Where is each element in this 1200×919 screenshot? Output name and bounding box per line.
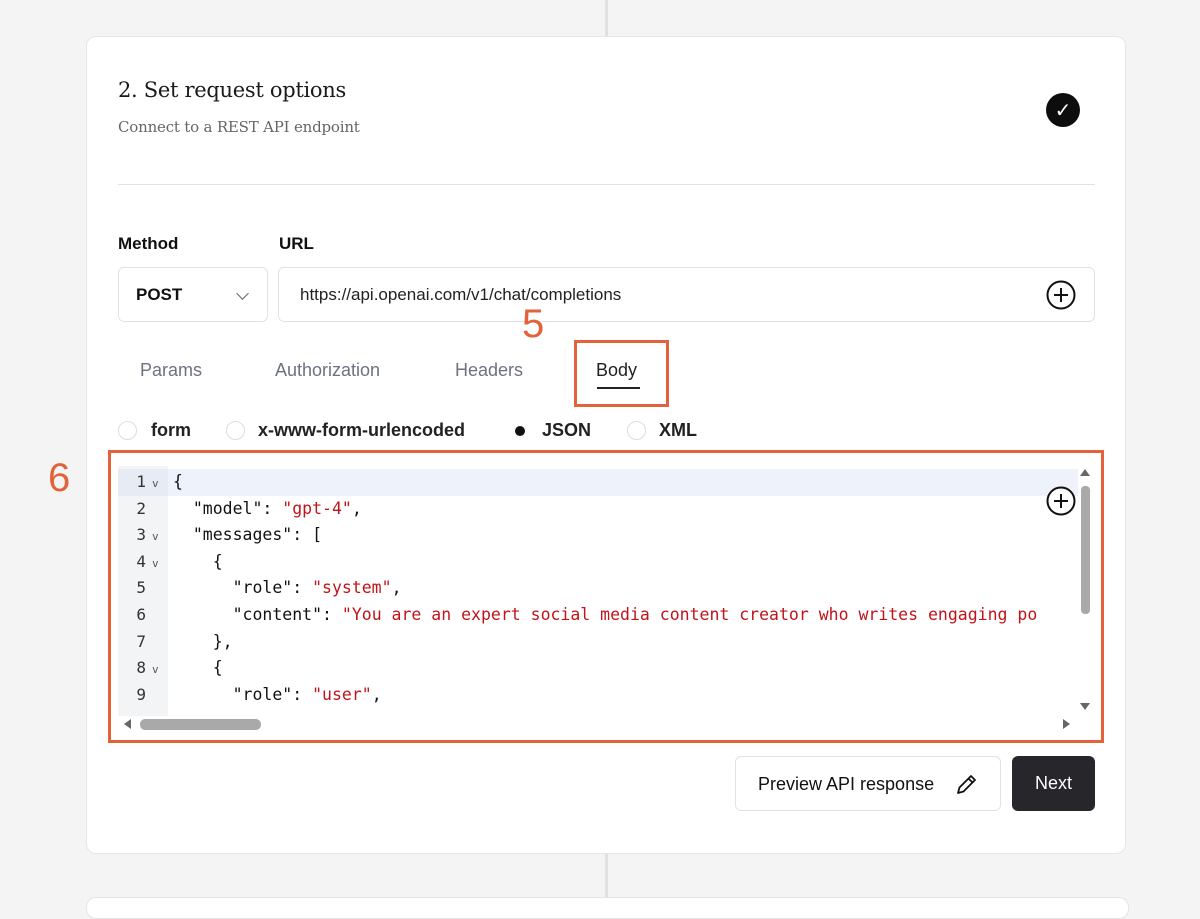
tab-authorization[interactable]: Authorization	[275, 360, 380, 381]
radio-xml[interactable]	[627, 421, 646, 440]
divider	[118, 184, 1095, 185]
method-label: Method	[118, 234, 179, 253]
tab-params[interactable]: Params	[140, 360, 202, 381]
radio-label-urlencoded[interactable]: x-www-form-urlencoded	[258, 420, 465, 441]
annotation-marker-5: 5	[522, 302, 545, 346]
connector-line-bottom	[605, 854, 608, 900]
radio-form[interactable]	[118, 421, 137, 440]
url-input[interactable]: https://api.openai.com/v1/chat/completio…	[278, 267, 1095, 322]
annotation-highlight-body-tab	[574, 340, 669, 407]
radio-label-xml[interactable]: XML	[659, 420, 697, 441]
connector-line-top	[605, 0, 608, 36]
url-label: URL	[279, 234, 314, 253]
radio-json[interactable]	[510, 421, 529, 440]
radio-label-form[interactable]: form	[151, 420, 191, 441]
add-variable-icon[interactable]	[1046, 280, 1076, 310]
annotation-highlight-editor	[108, 450, 1104, 743]
check-circle-icon: ✓	[1046, 93, 1080, 127]
chevron-down-icon	[236, 287, 249, 300]
method-select[interactable]: POST	[118, 267, 268, 322]
method-value: POST	[136, 285, 183, 304]
next-step-card	[86, 897, 1129, 919]
step-title: 2. Set request options	[118, 78, 346, 102]
preview-api-response-button[interactable]: Preview API response	[735, 756, 1001, 811]
step-subtitle: Connect to a REST API endpoint	[118, 118, 360, 136]
pencil-icon	[957, 775, 976, 794]
radio-label-json[interactable]: JSON	[542, 420, 591, 441]
next-button[interactable]: Next	[1012, 756, 1095, 811]
annotation-marker-6: 6	[48, 456, 71, 500]
tab-headers[interactable]: Headers	[455, 360, 523, 381]
radio-urlencoded[interactable]	[226, 421, 245, 440]
preview-button-label: Preview API response	[758, 774, 935, 794]
url-value: https://api.openai.com/v1/chat/completio…	[300, 285, 622, 304]
